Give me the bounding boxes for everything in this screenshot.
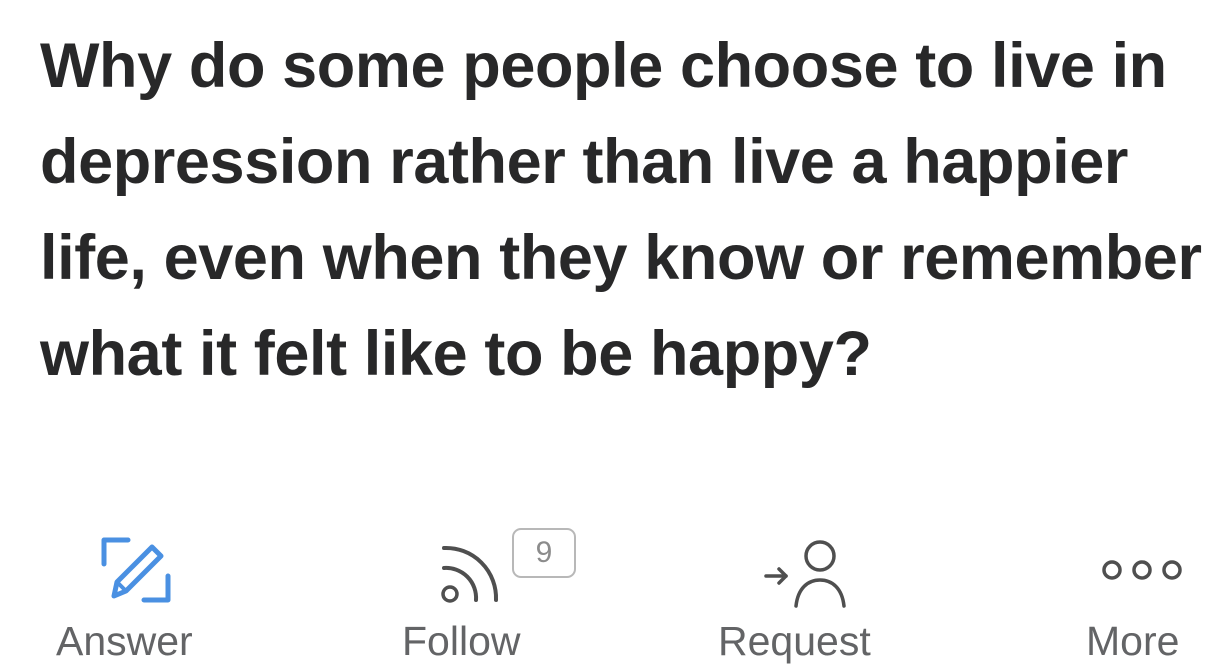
more-dots-icon (1102, 560, 1182, 580)
question-title[interactable]: Why do some people choose to live in dep… (40, 18, 1230, 402)
answer-label: Answer (56, 618, 193, 664)
more-button[interactable]: More (1080, 520, 1220, 672)
request-label: Request (718, 618, 871, 664)
request-button[interactable]: Request (710, 520, 910, 672)
follow-label: Follow (402, 618, 521, 664)
follow-count-badge: 9 (512, 528, 576, 578)
more-label: More (1086, 618, 1180, 664)
follow-button[interactable]: 9 Follow (380, 520, 600, 672)
question-action-bar: Answer 9 Follow Request More (0, 520, 1232, 672)
edit-pencil-icon (101, 537, 171, 603)
answer-button[interactable]: Answer (40, 520, 240, 672)
person-arrow-icon (764, 540, 846, 608)
rss-feed-icon (441, 545, 499, 603)
